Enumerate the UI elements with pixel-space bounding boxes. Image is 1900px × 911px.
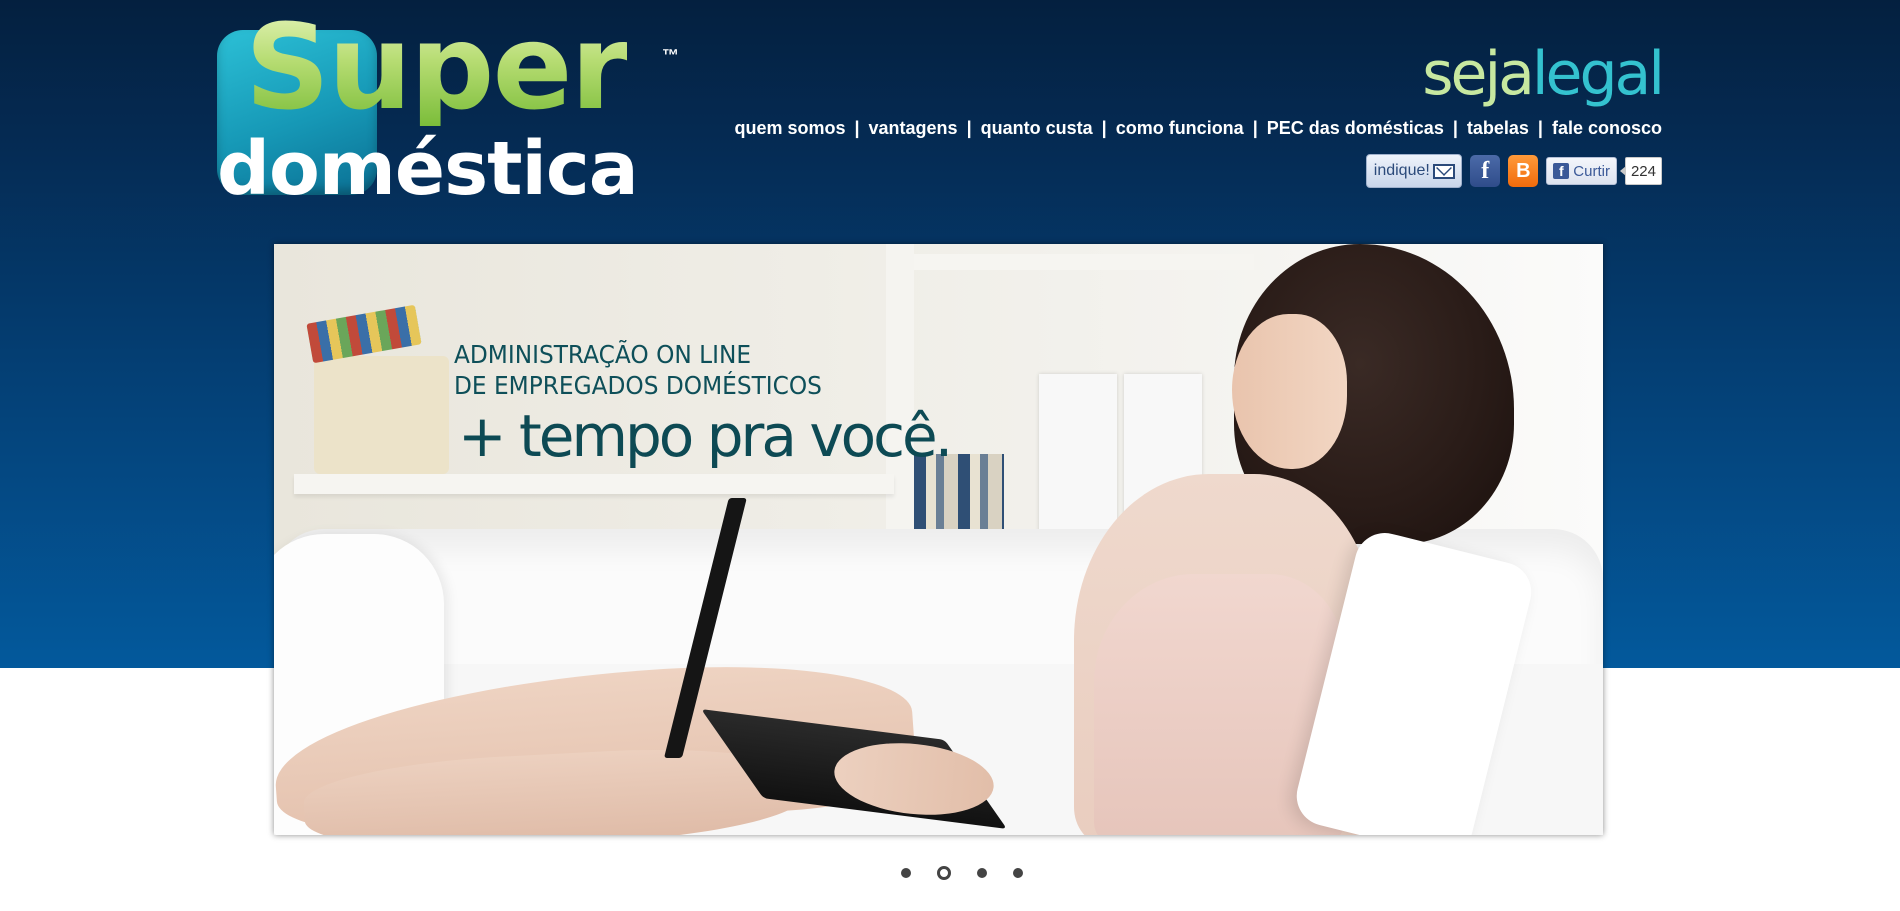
trademark-mark: ™ [662,46,679,65]
nav-link-fale-conosco[interactable]: fale conosco [1552,118,1662,139]
banner-photo-woman-face [1232,314,1347,469]
banner-tagline: + tempo pra você. [458,402,953,470]
facebook-glyph: f [1481,157,1490,184]
slogan-part-2: legal [1531,39,1665,109]
slogan: sejalegal [1422,44,1665,104]
indique-button[interactable]: indique! [1366,154,1463,188]
social-bar: indique! f B f Curtir 224 [1366,154,1662,188]
like-count: 224 [1619,157,1662,185]
nav-link-quem-somos[interactable]: quem somos [734,118,845,139]
facebook-like-icon: f [1553,163,1570,179]
blogger-icon[interactable]: B [1508,155,1539,187]
site-logo[interactable]: Super doméstica ™ [215,8,695,212]
carousel-pagination [888,866,1036,880]
nav-link-como-funciona[interactable]: como funciona [1116,118,1244,139]
hero-banner-slide[interactable]: ADMINISTRAÇÃO ON LINE DE EMPREGADOS DOMÉ… [274,244,1603,835]
nav-link-tabelas[interactable]: tabelas [1467,118,1529,139]
carousel-dot-1[interactable] [901,868,911,878]
banner-photo-shelf-board [294,474,894,494]
nav-separator: | [1252,118,1258,138]
carousel-dot-3[interactable] [977,868,987,878]
facebook-icon[interactable]: f [1470,155,1501,187]
facebook-like-button[interactable]: f Curtir [1546,157,1617,185]
banner-headline-line-2: DE EMPREGADOS DOMÉSTICOS [454,371,822,400]
nav-separator: | [1452,118,1458,138]
nav-link-quanto-custa[interactable]: quanto custa [981,118,1093,139]
banner-headline-line-1: ADMINISTRAÇÃO ON LINE [454,340,752,369]
logo-wordmark-domestica: doméstica [217,126,639,212]
banner-photo-shelf-board [914,254,1254,270]
indique-label: indique! [1373,162,1430,179]
nav-separator: | [854,118,860,138]
banner-text-block: ADMINISTRAÇÃO ON LINE DE EMPREGADOS DOMÉ… [454,339,953,470]
carousel-dot-2[interactable] [937,866,951,880]
banner-photo-basket [314,356,449,474]
nav-separator: | [966,118,972,138]
logo-wordmark-super: Super [245,0,629,136]
nav-separator: | [1101,118,1107,138]
carousel-dot-4[interactable] [1013,868,1023,878]
blogger-glyph: B [1516,159,1531,182]
like-label: Curtir [1573,162,1610,180]
envelope-icon [1432,163,1455,179]
nav-separator: | [1537,118,1543,138]
main-nav: quem somos | vantagens | quanto custa | … [734,118,1662,139]
nav-link-pec-domesticas[interactable]: PEC das domésticas [1267,118,1444,139]
like-count-value: 224 [1630,162,1656,180]
slogan-part-1: seja [1422,39,1535,109]
nav-link-vantagens[interactable]: vantagens [869,118,958,139]
